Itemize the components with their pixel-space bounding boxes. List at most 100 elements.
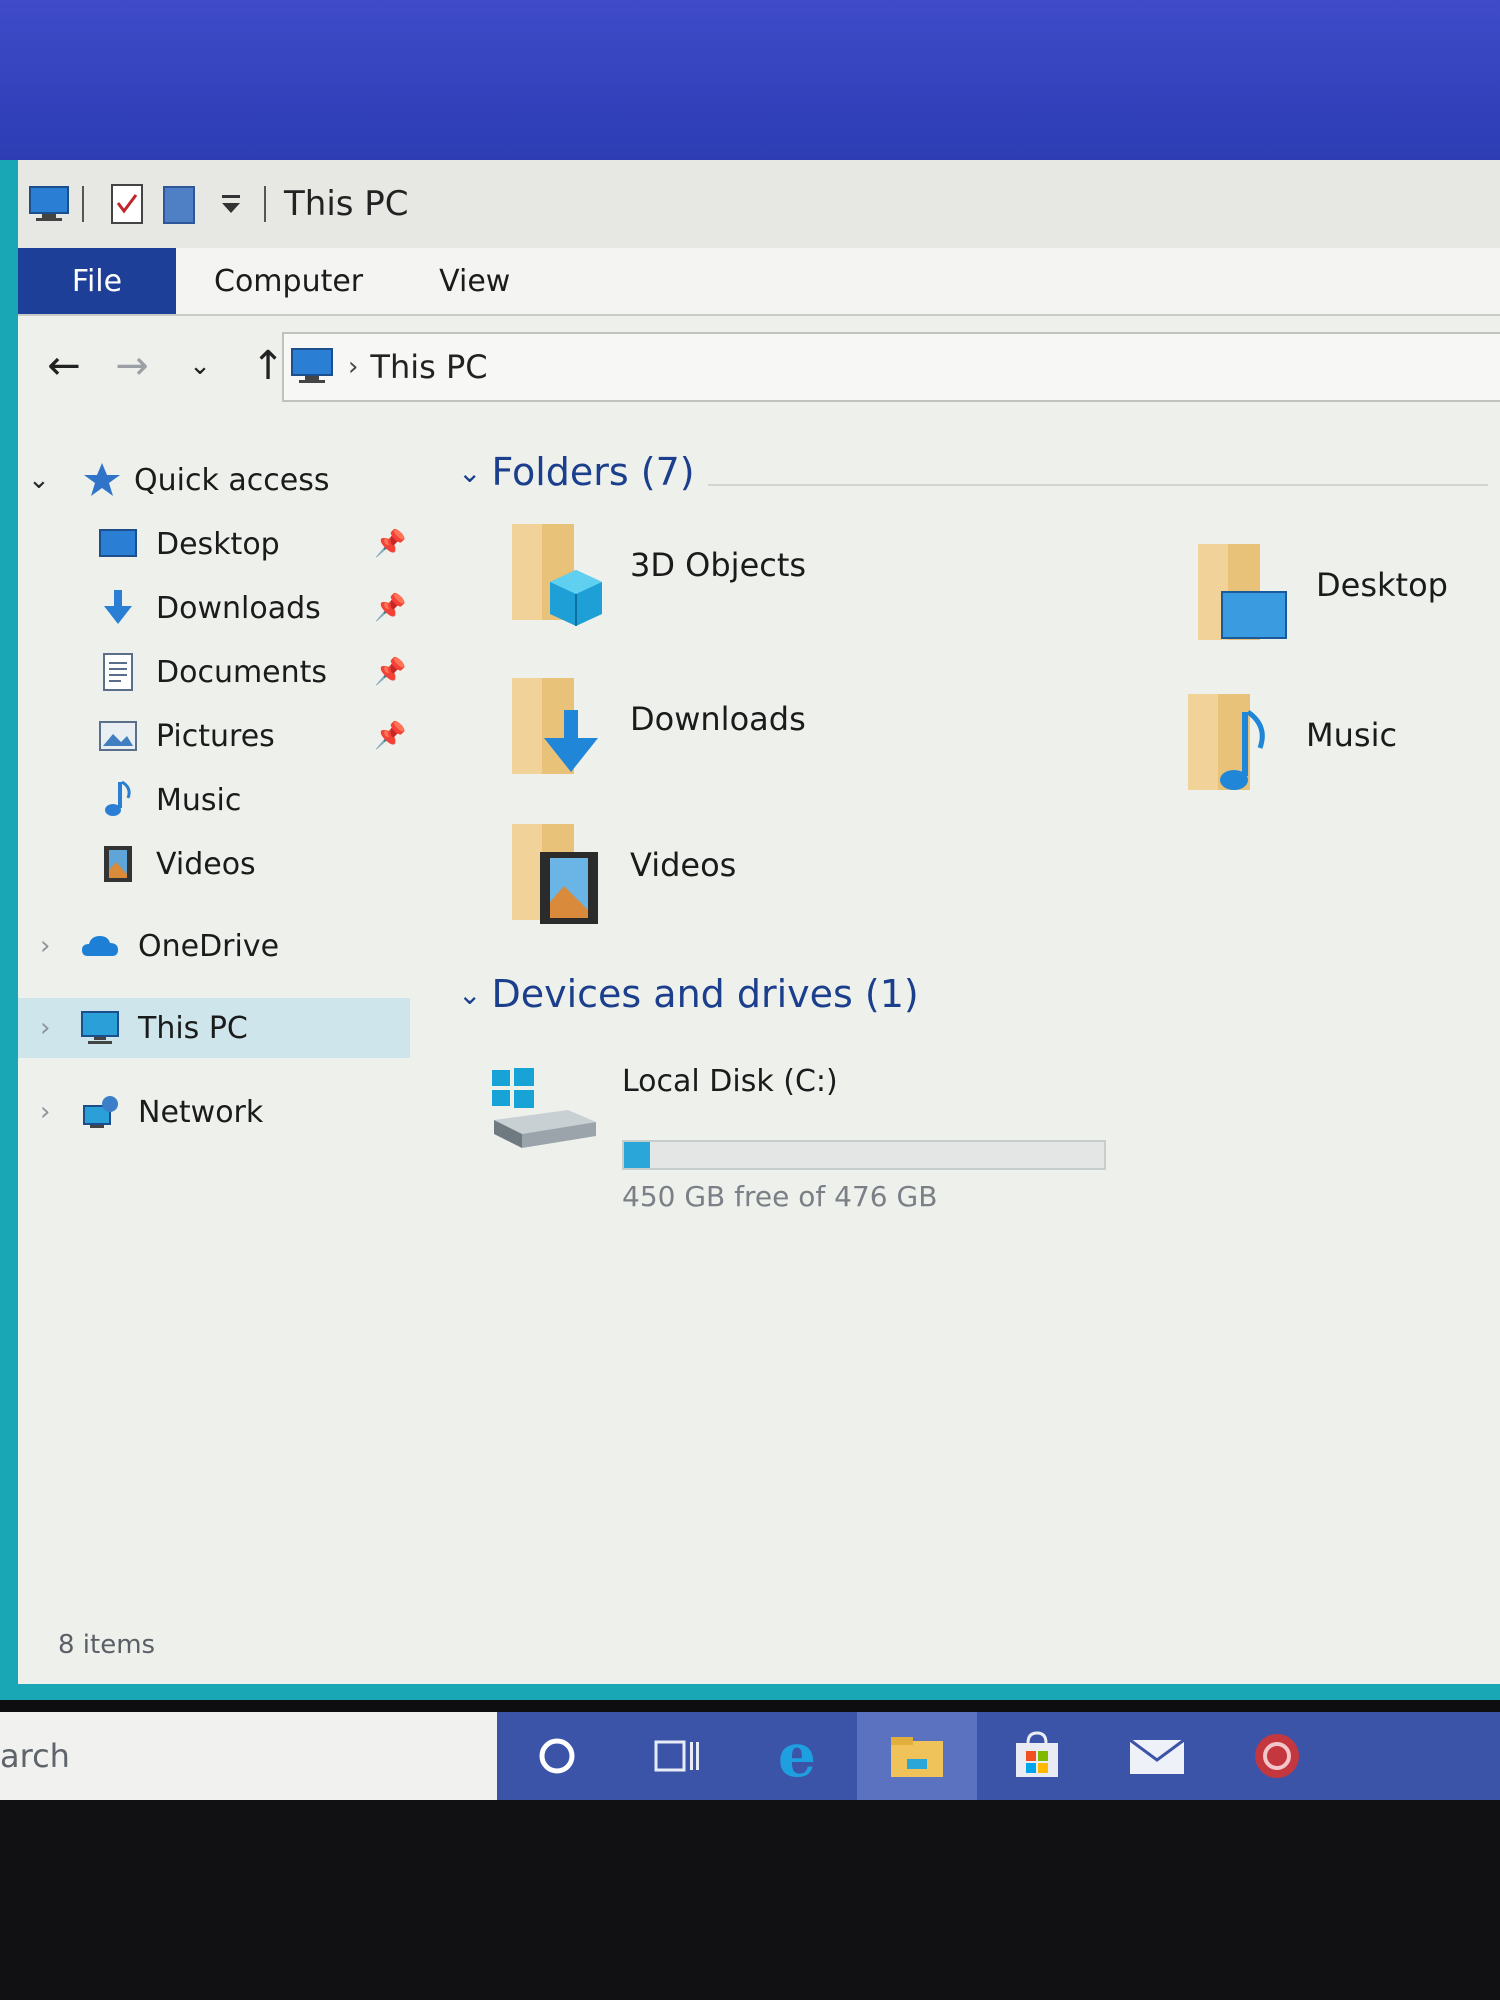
sidebar-item-label: Videos — [156, 846, 256, 882]
title-bar: This PC — [18, 160, 1500, 248]
folder-label: Videos — [630, 846, 737, 884]
document-icon — [103, 653, 133, 691]
desktop-icon — [99, 529, 137, 557]
pin-icon[interactable]: 📌 — [374, 593, 406, 623]
chevron-right-icon[interactable]: › — [40, 931, 50, 961]
store-icon[interactable] — [977, 1712, 1097, 1800]
folder-music[interactable]: Music — [1186, 692, 1486, 812]
drive-usage-bar — [622, 1140, 1106, 1170]
separator — [82, 186, 84, 222]
sidebar-item-desktop[interactable]: Desktop 📌 — [18, 514, 418, 574]
sidebar-item-network[interactable]: › Network — [18, 1082, 418, 1142]
folder-downloads[interactable]: Downloads — [510, 676, 1030, 796]
back-arrow-icon[interactable]: ← — [42, 343, 86, 389]
sidebar-item-videos[interactable]: Videos — [18, 834, 418, 894]
sidebar-item-onedrive[interactable]: › OneDrive — [18, 916, 418, 976]
mail-icon[interactable] — [1097, 1712, 1217, 1800]
network-icon — [83, 1096, 118, 1128]
forward-arrow-icon[interactable]: → — [110, 343, 154, 389]
group-header-label: Devices and drives (1) — [491, 972, 919, 1016]
videos-folder-icon — [512, 824, 598, 924]
recent-locations-chevron-icon[interactable]: ⌄ — [178, 351, 222, 381]
sidebar-item-label: Pictures — [156, 718, 275, 754]
chevron-down-icon[interactable]: ⌄ — [458, 978, 481, 1011]
drive-usage-fill — [624, 1142, 651, 1168]
folder-label: Desktop — [1316, 566, 1448, 604]
sidebar-item-label: This PC — [138, 1010, 248, 1046]
drive-label: Local Disk (C:) — [622, 1064, 838, 1099]
drive-local-disk-c[interactable]: Local Disk (C:) 450 GB free of 476 GB — [488, 1050, 1188, 1213]
folder-3d-objects[interactable]: 3D Objects — [510, 522, 1030, 642]
task-view-icon[interactable] — [617, 1712, 737, 1800]
sidebar-item-label: Quick access — [134, 462, 330, 498]
properties-icon[interactable] — [106, 183, 148, 225]
new-folder-icon[interactable] — [158, 183, 200, 225]
sidebar-item-downloads[interactable]: Downloads 📌 — [18, 578, 418, 638]
folder-label: Downloads — [630, 700, 806, 738]
status-item-count: 8 items — [58, 1630, 156, 1660]
music-folder-icon — [1188, 694, 1265, 790]
group-divider — [708, 484, 1488, 486]
sidebar-item-label: Downloads — [156, 590, 321, 626]
monitor-bezel — [0, 1800, 1500, 2000]
pin-icon[interactable]: 📌 — [374, 657, 406, 687]
folder-label: 3D Objects — [630, 546, 807, 584]
security-app-icon[interactable] — [1217, 1712, 1337, 1800]
desktop-folder-icon — [1198, 544, 1287, 640]
sidebar-item-label: Network — [138, 1094, 264, 1130]
sidebar-item-label: Desktop — [156, 526, 280, 562]
folder-desktop[interactable]: Desktop — [1196, 542, 1496, 662]
sidebar-item-label: OneDrive — [138, 928, 280, 964]
downloads-folder-icon — [512, 678, 598, 774]
this-pc-icon — [291, 348, 333, 383]
window-title: This PC — [284, 184, 409, 224]
pin-icon[interactable]: 📌 — [374, 529, 406, 559]
folders-group-header[interactable]: ⌄ Folders (7) — [458, 450, 695, 494]
devices-group-header[interactable]: ⌄ Devices and drives (1) — [458, 972, 919, 1016]
hard-drive-icon — [492, 1068, 596, 1148]
sidebar-item-this-pc[interactable]: › This PC — [18, 998, 410, 1058]
edge-browser-icon[interactable]: e — [737, 1712, 857, 1800]
tab-computer[interactable]: Computer — [176, 248, 401, 314]
sidebar-item-label: Music — [156, 782, 242, 818]
folder-label: Music — [1306, 716, 1398, 754]
search-text: arch — [0, 1737, 70, 1775]
chevron-right-icon[interactable]: › — [40, 1097, 50, 1127]
navigation-pane: ⌄ Quick access Desktop 📌 Downloads 📌 Doc… — [18, 450, 418, 1410]
tab-view[interactable]: View — [401, 248, 548, 314]
file-explorer-window: This PC File Computer View ← → ⌄ ↑ › Thi… — [0, 160, 1500, 1700]
folder-videos[interactable]: Videos — [510, 822, 1030, 942]
group-header-label: Folders (7) — [491, 450, 695, 494]
sidebar-item-pictures[interactable]: Pictures 📌 — [18, 706, 418, 766]
sidebar-item-music[interactable]: Music — [18, 770, 418, 830]
this-pc-icon — [81, 1011, 119, 1044]
music-note-icon — [105, 780, 131, 816]
drive-free-space: 450 GB free of 476 GB — [622, 1180, 938, 1213]
cloud-icon — [82, 936, 118, 956]
film-icon — [104, 846, 132, 882]
chevron-down-icon[interactable]: ⌄ — [28, 465, 50, 495]
cortana-circle-icon[interactable] — [497, 1712, 617, 1800]
address-path: This PC — [370, 348, 488, 386]
download-arrow-icon — [104, 590, 132, 624]
pin-icon[interactable]: 📌 — [374, 721, 406, 751]
taskbar-search-box[interactable]: arch — [0, 1712, 497, 1800]
sidebar-item-documents[interactable]: Documents 📌 — [18, 642, 418, 702]
chevron-right-icon[interactable]: › — [348, 352, 358, 382]
chevron-down-icon[interactable]: ⌄ — [458, 456, 481, 489]
customize-dropdown-icon[interactable] — [210, 183, 252, 225]
3d-objects-folder-icon — [512, 524, 602, 626]
sidebar-item-quick-access[interactable]: ⌄ Quick access — [18, 450, 418, 510]
chevron-right-icon[interactable]: › — [40, 1013, 50, 1043]
this-pc-icon[interactable] — [28, 183, 70, 225]
sidebar-item-label: Documents — [156, 654, 328, 690]
separator — [264, 186, 266, 222]
star-icon — [84, 463, 120, 496]
taskbar: arch e — [0, 1712, 1500, 1800]
tab-file[interactable]: File — [18, 248, 176, 314]
file-explorer-taskbar-icon[interactable] — [857, 1712, 977, 1800]
ribbon-tabs: File Computer View — [18, 248, 1500, 316]
content-pane: ⌄ Folders (7) 3D Objects Desktop Downloa… — [438, 450, 1500, 1410]
address-bar[interactable]: › This PC — [282, 332, 1500, 402]
navigation-row: ← → ⌄ ↑ › This PC — [18, 316, 1500, 416]
